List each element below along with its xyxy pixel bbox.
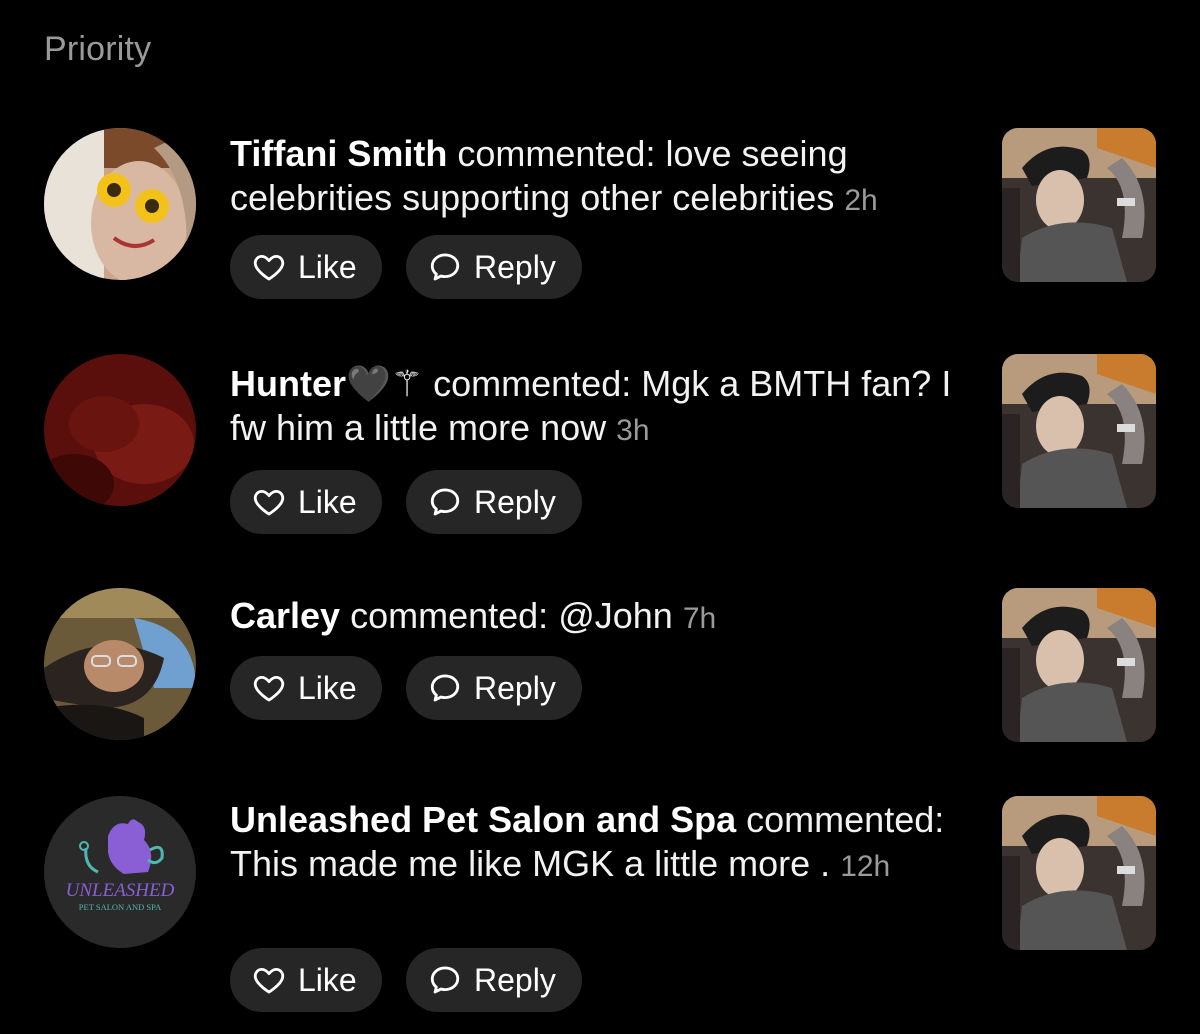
- heart-icon: [252, 671, 286, 705]
- comment-verb: commented:: [746, 799, 945, 840]
- reply-label: Reply: [474, 669, 556, 706]
- heart-icon: [252, 250, 286, 284]
- like-button[interactable]: Like: [230, 656, 382, 720]
- comment-actions: Like Reply: [230, 235, 582, 299]
- section-title: Priority: [44, 30, 152, 68]
- speech-bubble-icon: [428, 485, 462, 519]
- post-thumbnail[interactable]: [1002, 588, 1156, 742]
- commenter-name[interactable]: Hunter: [230, 363, 346, 404]
- reply-label: Reply: [474, 483, 556, 520]
- like-label: Like: [298, 961, 357, 998]
- speech-bubble-icon: [428, 963, 462, 997]
- heart-icon: [252, 485, 286, 519]
- reply-button[interactable]: Reply: [406, 948, 582, 1012]
- avatar-image: [44, 354, 196, 506]
- like-label: Like: [298, 248, 357, 285]
- notification-text: Tiffani Smith commented: love seeing cel…: [230, 132, 970, 223]
- post-thumbnail[interactable]: [1002, 796, 1156, 950]
- timestamp: 7h: [682, 602, 717, 635]
- name-badges: 🖤⚚: [346, 363, 424, 404]
- comment-actions: Like Reply: [230, 656, 582, 720]
- logo-wordmark: UNLEASHED: [66, 880, 175, 901]
- post-thumbnail-image: [1002, 354, 1156, 508]
- notification-text: Hunter🖤⚚ commented: Mgk a BMTH fan? I fw…: [230, 362, 970, 453]
- post-thumbnail-image: [1002, 128, 1156, 282]
- post-thumbnail-image: [1002, 796, 1156, 950]
- avatar[interactable]: [44, 128, 196, 280]
- speech-bubble-icon: [428, 250, 462, 284]
- comment-verb: commented:: [433, 363, 632, 404]
- reply-label: Reply: [474, 248, 556, 285]
- speech-bubble-icon: [428, 671, 462, 705]
- reply-label: Reply: [474, 961, 556, 998]
- comment-actions: Like Reply: [230, 948, 582, 1012]
- reply-button[interactable]: Reply: [406, 470, 582, 534]
- avatar[interactable]: UNLEASHED PET SALON AND SPA: [44, 796, 196, 948]
- like-button[interactable]: Like: [230, 470, 382, 534]
- unleashed-logo-icon: UNLEASHED PET SALON AND SPA: [44, 796, 196, 948]
- avatar-image: [44, 128, 196, 280]
- reply-button[interactable]: Reply: [406, 235, 582, 299]
- comment-text: This made me like MGK a little more .: [230, 843, 831, 884]
- commenter-name[interactable]: Carley: [230, 595, 340, 636]
- notification-text: Carley commented: @John 7h: [230, 594, 970, 641]
- post-thumbnail-image: [1002, 588, 1156, 742]
- like-label: Like: [298, 483, 357, 520]
- commenter-name[interactable]: Unleashed Pet Salon and Spa: [230, 799, 736, 840]
- timestamp: 2h: [844, 184, 878, 217]
- timestamp: 12h: [840, 850, 891, 883]
- logo-subtext: PET SALON AND SPA: [79, 902, 162, 912]
- notification-text: Unleashed Pet Salon and Spa commented: T…: [230, 798, 970, 889]
- avatar[interactable]: [44, 354, 196, 506]
- comment-actions: Like Reply: [230, 470, 582, 534]
- timestamp: 3h: [616, 414, 650, 447]
- heart-icon: [252, 963, 286, 997]
- avatar-image: [44, 588, 196, 740]
- avatar[interactable]: [44, 588, 196, 740]
- comment-verb: commented:: [457, 133, 656, 174]
- like-button[interactable]: Like: [230, 948, 382, 1012]
- commenter-name[interactable]: Tiffani Smith: [230, 133, 447, 174]
- comment-verb: commented:: [350, 595, 549, 636]
- post-thumbnail[interactable]: [1002, 354, 1156, 508]
- reply-button[interactable]: Reply: [406, 656, 582, 720]
- like-button[interactable]: Like: [230, 235, 382, 299]
- comment-text: @John: [558, 595, 673, 636]
- post-thumbnail[interactable]: [1002, 128, 1156, 282]
- like-label: Like: [298, 669, 357, 706]
